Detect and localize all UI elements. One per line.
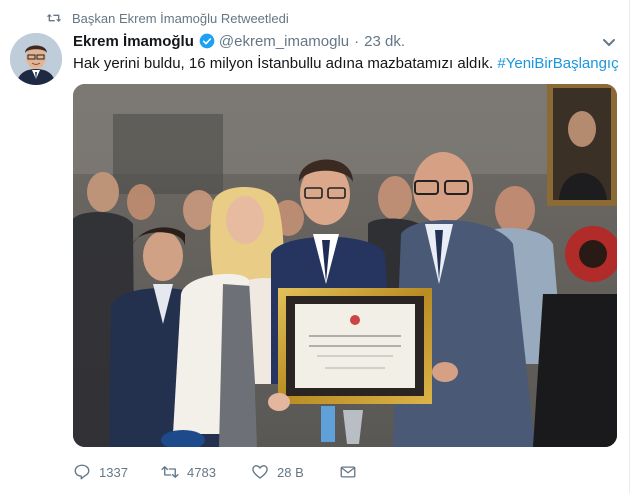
like-count: 28 B — [277, 464, 304, 480]
retweet-context-text: Başkan Ekrem İmamoğlu Retweetledi — [72, 10, 289, 26]
avatar[interactable] — [10, 33, 62, 85]
tweet-actions: 1337 4783 28 B — [73, 462, 357, 482]
column-divider — [629, 0, 630, 493]
retweet-context[interactable]: Başkan Ekrem İmamoğlu Retweetledi — [46, 9, 289, 27]
avatar-photo — [10, 33, 62, 85]
retweet-icon — [161, 466, 179, 478]
hashtag-link[interactable]: #YeniBirBaşlangıç — [497, 55, 618, 72]
tweet-media-photo[interactable] — [73, 84, 617, 447]
retweet-icon — [46, 14, 62, 22]
tweet-header: Ekrem İmamoğlu @ekrem_imamoglu · 23 dk. — [73, 30, 620, 52]
meta-separator: · — [354, 32, 360, 50]
direct-message-button[interactable] — [339, 463, 357, 481]
verified-badge-icon — [199, 33, 215, 49]
author-handle[interactable]: @ekrem_imamoglu — [219, 33, 349, 50]
envelope-icon — [340, 466, 356, 478]
reply-button[interactable]: 1337 — [73, 463, 161, 481]
chevron-down-icon[interactable] — [602, 38, 616, 48]
photo-ceremony-scene — [73, 84, 617, 447]
tweet-text: Hak yerini buldu, 16 milyon İstanbullu a… — [73, 54, 620, 74]
like-button[interactable]: 28 B — [251, 463, 339, 481]
retweet-count: 4783 — [187, 464, 216, 480]
tweet-timestamp[interactable]: 23 dk. — [364, 33, 405, 50]
heart-icon — [252, 465, 268, 479]
retweet-button[interactable]: 4783 — [161, 463, 251, 481]
reply-icon — [74, 464, 90, 480]
tweet-body: Hak yerini buldu, 16 milyon İstanbullu a… — [73, 55, 494, 72]
reply-count: 1337 — [99, 464, 128, 480]
certificate-frame — [278, 288, 432, 404]
author-name[interactable]: Ekrem İmamoğlu — [73, 33, 194, 50]
